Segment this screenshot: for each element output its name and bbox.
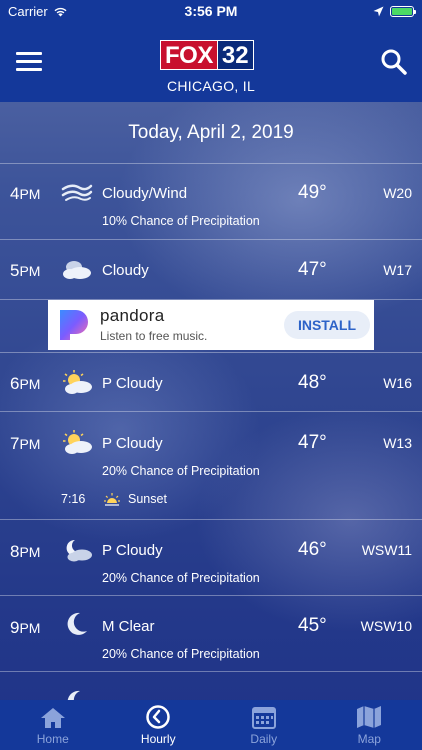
pandora-logo-icon xyxy=(60,310,88,340)
partly-cloudy-icon xyxy=(63,430,92,454)
moon-icon xyxy=(67,690,80,700)
hour-row: 7PM P Cloudy 47° W13 20% Chance of Preci… xyxy=(0,412,422,520)
temperature: 46° xyxy=(298,539,327,560)
menu-button[interactable] xyxy=(16,52,42,72)
precip-chance: 20% Chance of Precipitation xyxy=(102,571,260,585)
precip-chance: 10% Chance of Precipitation xyxy=(102,214,260,228)
wind-speed: W13 xyxy=(383,435,412,451)
sunset-label: Sunset xyxy=(128,492,167,506)
calendar-icon xyxy=(251,707,276,729)
status-time: 3:56 PM xyxy=(184,3,238,19)
temperature: 45° xyxy=(298,615,327,636)
logo-brand: FOX xyxy=(160,40,218,70)
search-button[interactable] xyxy=(380,48,408,76)
hour-time: 9PM xyxy=(10,618,41,637)
date-heading: Today, April 2, 2019 xyxy=(0,102,422,164)
hour-time: 7PM xyxy=(10,434,41,453)
temperature: 47° xyxy=(298,259,327,280)
bottom-tab-bar: Home Hourly Daily Map xyxy=(0,700,422,750)
temperature: 49° xyxy=(298,182,327,203)
wind-speed: WSW10 xyxy=(360,618,412,634)
status-bar: Carrier 3:56 PM xyxy=(0,0,422,22)
wind-speed: W20 xyxy=(383,185,412,201)
ad-tagline: Listen to free music. xyxy=(100,329,208,343)
tab-hourly[interactable]: Hourly xyxy=(106,700,212,750)
condition-label: Cloudy xyxy=(102,262,149,279)
battery-icon xyxy=(390,5,416,17)
tab-label: Daily xyxy=(250,732,278,746)
pandora-ad-banner[interactable]: pandora Listen to free music. INSTALL xyxy=(48,300,374,350)
hour-time: 5PM xyxy=(10,261,41,280)
tab-daily[interactable]: Daily xyxy=(211,700,317,750)
sunset-icon xyxy=(104,493,120,506)
hour-row: 8PM P Cloudy 46° WSW11 20% Chance of Pre… xyxy=(0,520,422,596)
temperature: 47° xyxy=(298,432,327,453)
tab-label: Map xyxy=(357,732,381,746)
logo-channel: 32 xyxy=(217,40,254,70)
hour-row: 9PM M Clear 45° WSW10 20% Chance of Prec… xyxy=(0,596,422,672)
sunset-time: 7:16 xyxy=(61,492,86,506)
hour-time: 4PM xyxy=(10,184,41,203)
cloudy-icon xyxy=(63,261,91,279)
clock-icon xyxy=(146,705,170,729)
moon-icon xyxy=(67,612,87,635)
condition-label: P Cloudy xyxy=(102,375,163,392)
hour-time: 8PM xyxy=(10,542,41,561)
city-label: CHICAGO, IL xyxy=(166,78,256,94)
precip-chance: 20% Chance of Precipitation xyxy=(102,464,260,478)
moon-cloud-icon xyxy=(66,539,92,562)
search-icon xyxy=(381,49,407,75)
menu-line xyxy=(16,60,42,63)
condition-label: Cloudy/Wind xyxy=(102,185,188,202)
fox32-logo: FOX 32 xyxy=(160,40,254,70)
partly-cloudy-icon xyxy=(63,370,92,394)
home-icon xyxy=(40,708,65,728)
hour-row: 4PM Cloudy/Wind 49° W20 10% Chance of Pr… xyxy=(0,164,422,240)
wind-speed: WSW11 xyxy=(361,542,412,558)
hour-time: 6PM xyxy=(10,374,41,393)
condition-label: P Cloudy xyxy=(102,542,163,559)
hour-row: 6PM P Cloudy 48° W16 xyxy=(0,352,422,412)
wind-speed: W16 xyxy=(383,375,412,391)
tab-home[interactable]: Home xyxy=(0,700,106,750)
wind-speed: W17 xyxy=(383,262,412,278)
condition-label: P Cloudy xyxy=(102,435,163,452)
tab-label: Hourly xyxy=(140,732,176,746)
menu-line xyxy=(16,68,42,71)
hour-row: 5PM Cloudy 47° W17 xyxy=(0,240,422,300)
ad-brand: pandora xyxy=(100,306,165,325)
wind-cloud-icon xyxy=(61,184,93,201)
tab-map[interactable]: Map xyxy=(317,700,422,750)
menu-line xyxy=(16,52,42,55)
install-button[interactable]: INSTALL xyxy=(284,311,370,339)
hour-row-partial xyxy=(0,672,422,700)
map-icon xyxy=(357,706,382,728)
precip-chance: 20% Chance of Precipitation xyxy=(102,647,260,661)
app-header: FOX 32 CHICAGO, IL xyxy=(0,22,422,102)
condition-label: M Clear xyxy=(102,618,155,635)
tab-label: Home xyxy=(36,732,69,746)
temperature: 48° xyxy=(298,372,327,393)
